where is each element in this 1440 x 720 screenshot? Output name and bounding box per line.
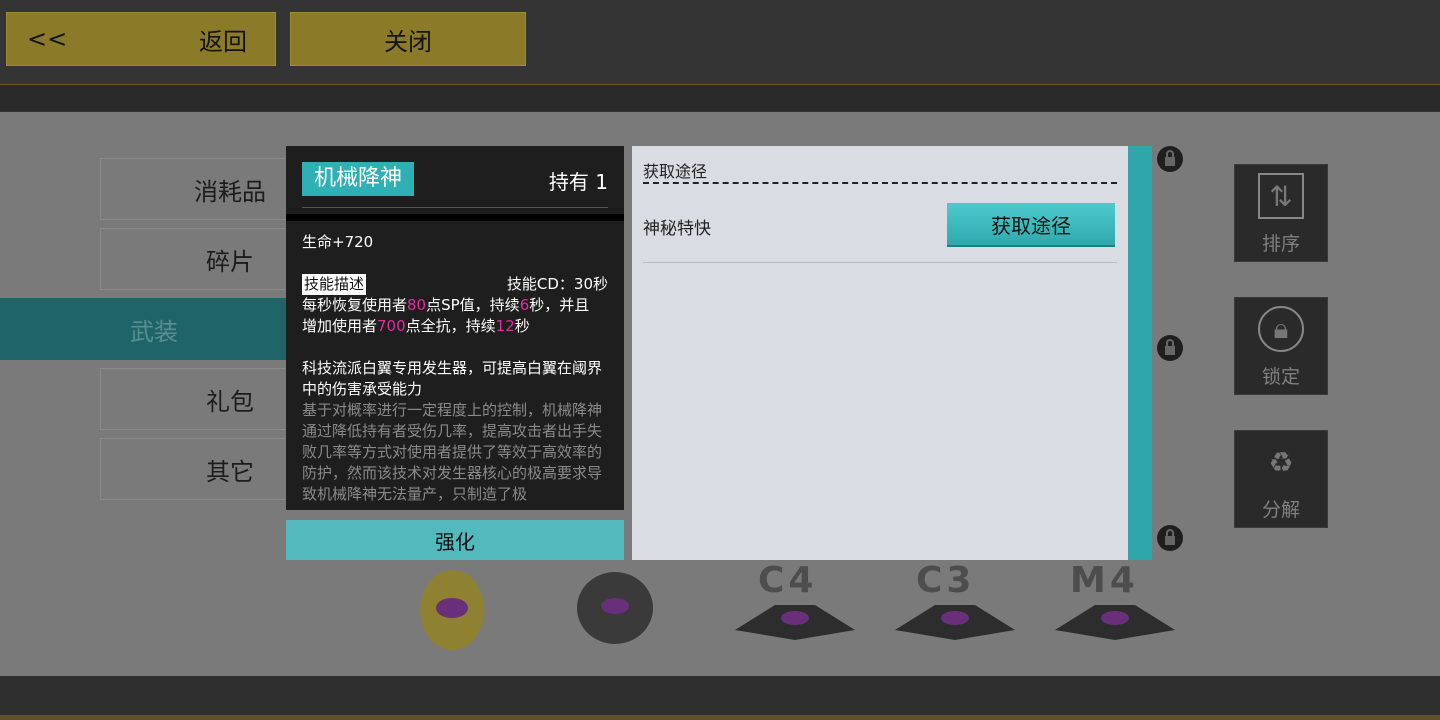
lock-icon — [1157, 146, 1183, 172]
skill-value: 700 — [377, 317, 406, 335]
divider — [643, 182, 1117, 184]
lock-button[interactable]: 🔒︎ 锁定 — [1234, 297, 1328, 395]
acquire-source-panel: 获取途径 神秘特快 获取途径 — [632, 146, 1128, 560]
source-header: 获取途径 — [643, 162, 708, 181]
skill-text: 秒，并且 — [529, 296, 590, 314]
armor-item-icon — [577, 572, 653, 644]
skill-text: 点全抗，持续 — [405, 317, 496, 335]
top-bar: << 返回 关闭 — [0, 0, 1440, 112]
enhance-button[interactable]: 强化 — [286, 520, 624, 560]
item-hold-count: 持有 1 — [548, 170, 608, 194]
top-bar-stripe — [0, 84, 1440, 111]
item-description: 科技流派白翼专用发生器，可提高白翼在阈界中的伤害承受能力 — [302, 359, 603, 398]
dismantle-button[interactable]: ♻ 分解 — [1234, 430, 1328, 528]
skill-line-1: 每秒恢复使用者80点SP值，持续6秒，并且 — [302, 295, 608, 316]
recycle-icon: ♻ — [1268, 445, 1294, 479]
skill-cd: 技能CD：30秒 — [506, 275, 608, 293]
back-arrow-icon: << — [27, 25, 68, 53]
item-detail-panel: 机械降神 持有 1 生命+720 技能描述 技能CD：30秒 每秒恢复使用者80… — [286, 146, 624, 510]
sort-icon: ⇅ — [1258, 173, 1304, 219]
item-slot[interactable] — [400, 560, 540, 670]
skill-header: 技能描述 技能CD：30秒 — [302, 274, 608, 295]
divider — [643, 262, 1117, 263]
armor-item-icon — [420, 570, 484, 650]
slot-label: C4 — [758, 560, 818, 601]
item-slot[interactable] — [565, 560, 705, 670]
skill-text: 秒 — [514, 317, 530, 335]
acquire-source-button[interactable]: 获取途径 — [947, 203, 1115, 245]
back-button[interactable]: << 返回 — [6, 12, 276, 66]
item-name: 机械降神 — [302, 162, 415, 196]
lock-icon — [1157, 525, 1183, 551]
sort-button[interactable]: ⇅ 排序 — [1234, 164, 1328, 262]
slot-label: C3 — [916, 560, 976, 601]
skill-text: 每秒恢复使用者 — [302, 296, 408, 314]
panel-accent-strip — [1128, 146, 1152, 560]
item-stat: 生命+720 — [302, 233, 374, 251]
skill-text: 增加使用者 — [302, 317, 378, 335]
back-label: 返回 — [199, 27, 247, 56]
skill-value: 80 — [407, 296, 427, 314]
divider-bar — [286, 214, 624, 221]
dismantle-label: 分解 — [1261, 499, 1300, 521]
sort-label: 排序 — [1261, 233, 1300, 255]
bottom-bar — [0, 676, 1440, 720]
source-name: 神秘特快 — [643, 219, 711, 239]
lock-icon: 🔒︎ — [1258, 306, 1304, 352]
skill-tag: 技能描述 — [302, 274, 367, 295]
slot-label: M4 — [1070, 560, 1139, 601]
divider — [302, 207, 608, 208]
item-lore: 基于对概率进行一定程度上的控制，机械降神通过降低持有者受伤几率，提高攻击者出手失… — [302, 401, 603, 503]
skill-line-2: 增加使用者700点全抗，持续12秒 — [302, 316, 608, 337]
skill-value: 6 — [519, 296, 530, 314]
lock-label: 锁定 — [1261, 366, 1300, 388]
bottom-bar-stripe — [0, 715, 1440, 720]
close-button[interactable]: 关闭 — [290, 12, 526, 66]
skill-value: 12 — [495, 317, 515, 335]
skill-text: 点SP值，持续 — [426, 296, 520, 314]
item-detail-body: 生命+720 技能描述 技能CD：30秒 每秒恢复使用者80点SP值，持续6秒，… — [302, 232, 608, 505]
lock-icon — [1157, 335, 1183, 361]
category-armament[interactable]: 武装 — [0, 298, 300, 360]
